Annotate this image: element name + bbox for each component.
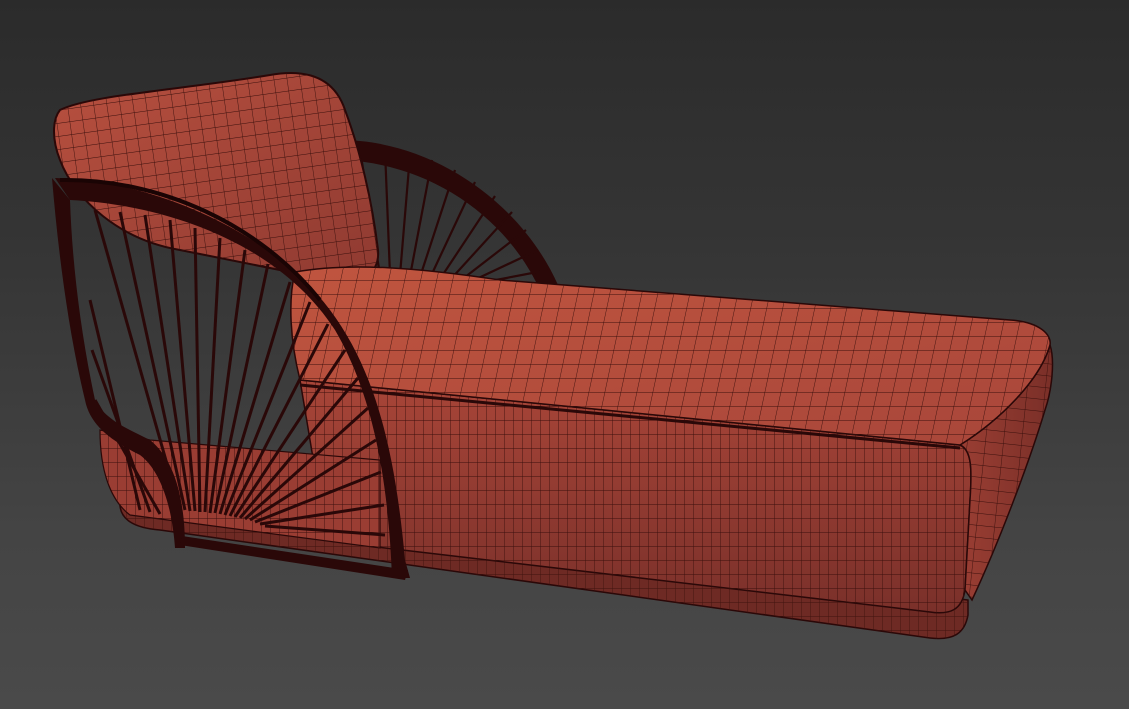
rear-cord-weave	[358, 149, 549, 285]
chaise-lounge-model[interactable]	[0, 0, 1129, 709]
back-cushion[interactable]	[53, 72, 380, 283]
3d-viewport[interactable]	[0, 0, 1129, 709]
